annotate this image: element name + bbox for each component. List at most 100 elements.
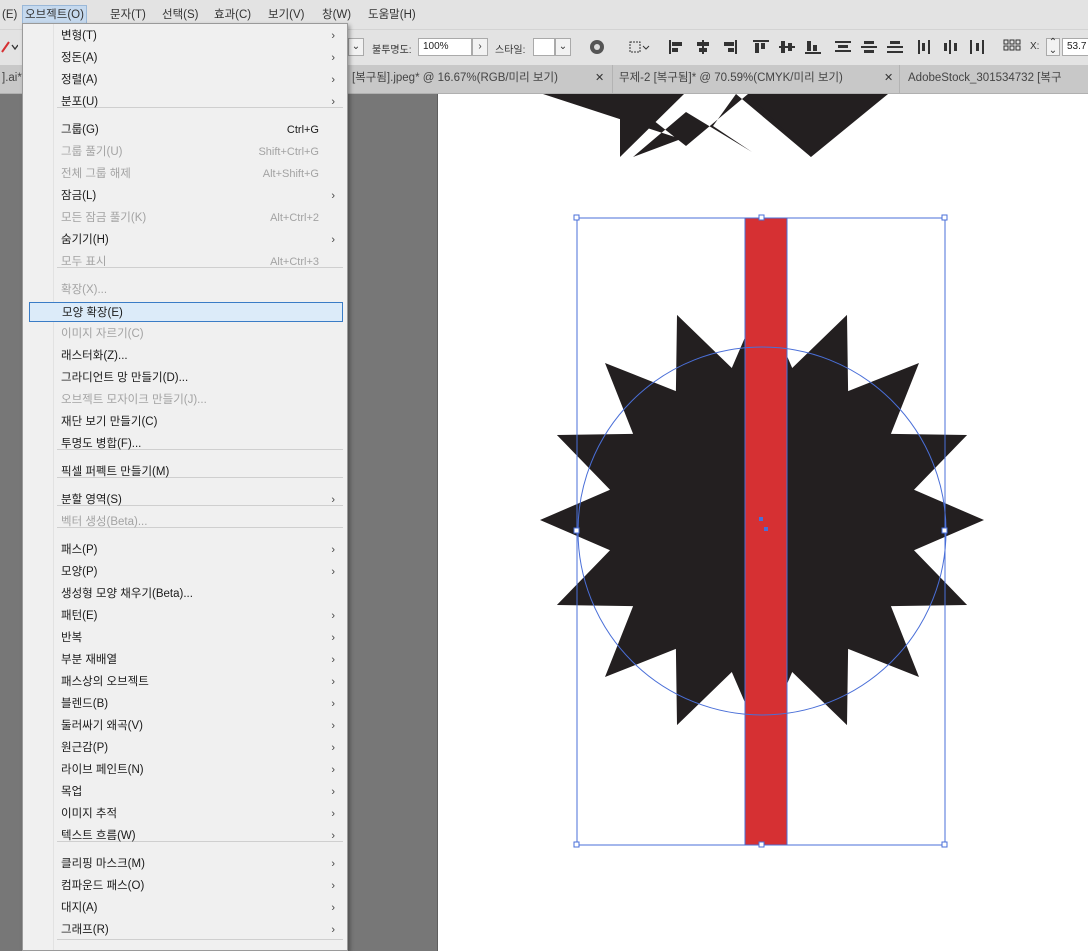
top-shape-fragment[interactable] — [543, 94, 888, 157]
menu-item-label: 오브젝트 모자이크 만들기(J)... — [61, 394, 207, 406]
menu-item[interactable]: 분포(U) › — [29, 92, 343, 112]
menu-item: 그룹 풀기(U) Shift+Ctrl+G — [29, 142, 343, 162]
align-right-icon[interactable] — [720, 39, 738, 55]
menu-item-label: 모양 확장(E) — [62, 307, 123, 319]
menu-window[interactable]: 창(W) — [320, 6, 353, 24]
align-top-icon[interactable] — [752, 39, 770, 55]
style-swatch[interactable] — [533, 38, 555, 56]
menu-item[interactable]: 부분 재배열 › — [29, 650, 343, 670]
distribute-right-icon[interactable] — [968, 39, 986, 55]
artboard[interactable] — [437, 94, 1088, 951]
chevron-right-icon: › — [331, 880, 335, 892]
menu-item[interactable]: 투명도 병합(F)... — [29, 434, 343, 454]
menu-select[interactable]: 선택(S) — [160, 6, 201, 24]
distribute-bottom-icon[interactable] — [886, 39, 904, 55]
menu-item[interactable]: 대지(A) › — [29, 898, 343, 918]
menu-item[interactable]: 그라디언트 망 만들기(D)... — [29, 368, 343, 388]
menu-item[interactable]: 모양(P) › — [29, 562, 343, 582]
menu-item[interactable]: 정돈(A) › — [29, 48, 343, 68]
menu-item-label: 모든 잠금 풀기(K) — [61, 212, 147, 224]
menu-item[interactable]: 텍스트 흐름(W) › — [29, 826, 343, 846]
opacity-label: 불투명도: — [372, 45, 412, 56]
menu-item[interactable]: 래스터화(Z)... — [29, 346, 343, 366]
distribute-left-icon[interactable] — [916, 39, 934, 55]
tab-document-4[interactable]: AdobeStock_301534732 [복구 — [900, 65, 1088, 93]
chevron-right-icon: › — [331, 494, 335, 506]
menu-type[interactable]: 문자(T) — [108, 6, 148, 24]
menu-item[interactable]: 잠금(L) › — [29, 186, 343, 206]
menu-item-label: 그래프(R) — [61, 924, 109, 936]
chevron-right-icon: › — [331, 742, 335, 754]
close-icon[interactable]: ✕ — [595, 65, 604, 91]
menu-item: 이미지 자르기(C) — [29, 324, 343, 344]
stroke-color-icon[interactable] — [0, 39, 18, 55]
align-to-icon[interactable] — [628, 39, 650, 55]
menu-item[interactable]: 분할 영역(S) › — [29, 490, 343, 510]
opacity-input[interactable]: 100% — [418, 38, 472, 56]
artwork-svg — [540, 94, 984, 848]
tab-document-2[interactable]: [복구됨].jpeg* @ 16.67%(RGB/미리 보기) ✕ — [345, 65, 613, 93]
chevron-down-icon[interactable]: ⌄ — [555, 38, 571, 56]
menu-item[interactable]: 재단 보기 만들기(C) — [29, 412, 343, 432]
menu-item[interactable]: 반복 › — [29, 628, 343, 648]
align-hcenter-icon[interactable] — [694, 39, 712, 55]
menu-item[interactable]: 패스상의 오브젝트 › — [29, 672, 343, 692]
menu-item[interactable]: 모양 확장(E) — [29, 302, 343, 322]
align-bottom-icon[interactable] — [804, 39, 822, 55]
menu-item[interactable]: 블렌드(B) › — [29, 694, 343, 714]
menu-item[interactable]: 둘러싸기 왜곡(V) › — [29, 716, 343, 736]
distribute-vcenter-icon[interactable] — [860, 39, 878, 55]
menu-item[interactable]: 라이브 페인트(N) › — [29, 760, 343, 780]
menu-item[interactable]: 그래프(R) › — [29, 920, 343, 940]
menu-item-label: 그룹 풀기(U) — [61, 146, 123, 158]
align-vcenter-icon[interactable] — [778, 39, 796, 55]
menu-item-label: 정렬(A) — [61, 74, 98, 86]
menu-item-label: 투명도 병합(F)... — [61, 438, 142, 450]
menu-item-label: 잠금(L) — [61, 190, 97, 202]
menu-item[interactable]: 원근감(P) › — [29, 738, 343, 758]
menu-item[interactable]: 패턴(E) › — [29, 606, 343, 626]
chevron-right-icon[interactable]: › — [472, 38, 488, 56]
menu-item[interactable]: 패스(P) › — [29, 540, 343, 560]
menu-object[interactable]: 오브젝트(O) — [22, 5, 87, 25]
tab-document-3[interactable]: 무제-2 [복구됨]* @ 70.59%(CMYK/미리 보기) ✕ — [613, 65, 900, 93]
menu-item-label: 변형(T) — [61, 30, 97, 42]
chevron-right-icon: › — [331, 30, 335, 42]
distribute-hcenter-icon[interactable] — [942, 39, 960, 55]
menu-item[interactable]: 정렬(A) › — [29, 70, 343, 90]
menu-item-label: 목업 — [61, 786, 83, 798]
menu-item-label: 정돈(A) — [61, 52, 98, 64]
menu-item: 확장(X)... — [29, 280, 343, 300]
menu-item[interactable]: 생성형 모양 채우기(Beta)... — [29, 584, 343, 604]
red-rectangle[interactable] — [744, 217, 788, 846]
menu-item-label: 픽셀 퍼펙트 만들기(M) — [61, 466, 170, 478]
menu-edit[interactable]: (E) — [0, 6, 19, 24]
chevron-right-icon: › — [331, 698, 335, 710]
close-icon[interactable]: ✕ — [884, 65, 893, 91]
chevron-down-icon[interactable]: ⌄ — [348, 38, 364, 56]
menu-item[interactable]: 이미지 추적 › — [29, 804, 343, 824]
align-left-icon[interactable] — [668, 39, 686, 55]
x-input[interactable]: 53.7 — [1062, 38, 1088, 56]
chevron-right-icon: › — [331, 74, 335, 86]
chevron-right-icon: › — [331, 610, 335, 622]
menu-item[interactable]: 컴파운드 패스(O) › — [29, 876, 343, 896]
chevron-right-icon: › — [331, 96, 335, 108]
spinner-icon[interactable]: ⌃ ⌄ — [1046, 38, 1060, 56]
menu-item[interactable]: 클리핑 마스크(M) › — [29, 854, 343, 874]
transform-reference-icon[interactable] — [1003, 39, 1021, 55]
menu-effect[interactable]: 효과(C) — [212, 6, 253, 24]
menu-item-label: 패턴(E) — [61, 610, 98, 622]
distribute-top-icon[interactable] — [834, 39, 852, 55]
menu-view[interactable]: 보기(V) — [266, 6, 307, 24]
recolor-artwork-icon[interactable] — [588, 39, 606, 55]
menu-item[interactable]: 변형(T) › — [29, 26, 343, 46]
chevron-right-icon: › — [331, 720, 335, 732]
menu-item[interactable]: 숨기기(H) › — [29, 230, 343, 250]
menu-help[interactable]: 도움말(H) — [366, 6, 418, 24]
menu-item[interactable]: 그룹(G) Ctrl+G — [29, 120, 343, 140]
menu-item[interactable]: 픽셀 퍼펙트 만들기(M) — [29, 462, 343, 482]
menu-item[interactable]: 목업 › — [29, 782, 343, 802]
chevron-right-icon: › — [331, 924, 335, 936]
menu-item-label: 재단 보기 만들기(C) — [61, 416, 158, 428]
